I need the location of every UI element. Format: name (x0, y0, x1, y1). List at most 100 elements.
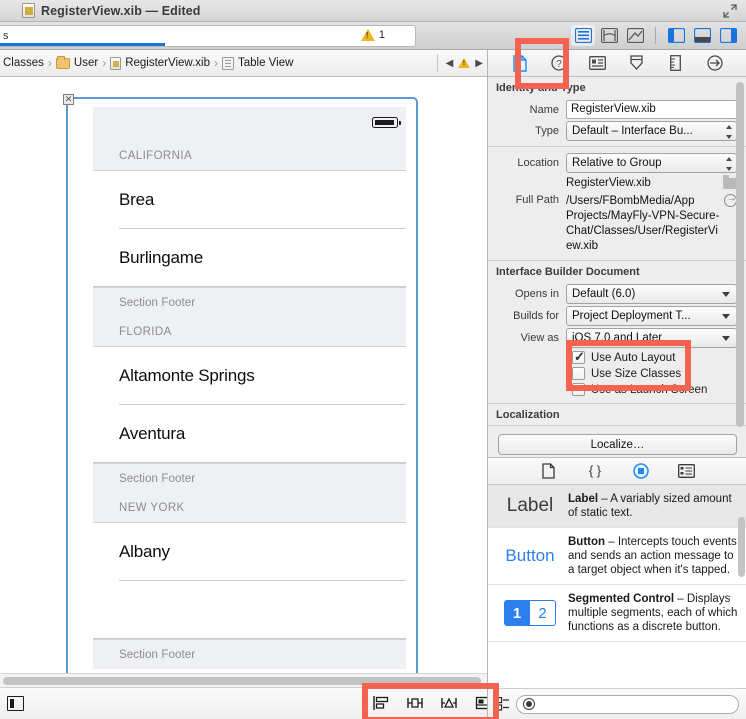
assistant-editor-button[interactable] (597, 25, 621, 46)
resolve-issues-icon[interactable] (438, 693, 460, 713)
table-cell[interactable]: Aventura (93, 405, 406, 463)
inspector-scrollbar[interactable] (736, 82, 744, 450)
use-size-classes-row[interactable]: Use Size Classes (572, 367, 746, 380)
breadcrumb-separator: › (214, 56, 218, 70)
warning-count: 1 (378, 29, 385, 41)
library-item-title: Label (568, 493, 599, 505)
folder-icon[interactable] (723, 175, 737, 189)
localize-button[interactable]: Localize… (498, 434, 737, 455)
close-handle-icon[interactable]: ✕ (63, 94, 74, 105)
show-document-outline-icon[interactable] (7, 696, 24, 711)
back-arrow-icon[interactable]: ◀ (446, 58, 454, 69)
canvas-bottom-bar (0, 687, 491, 719)
location-group: Location Relative to Group RegisterView.… (488, 146, 746, 254)
breadcrumb-item-table-view[interactable]: Table View (219, 56, 296, 70)
utilities-toggle-button[interactable] (716, 25, 740, 46)
library-filter-field[interactable] (516, 694, 739, 714)
xcode-window: RegisterView.xib — Edited s 1 (0, 0, 746, 719)
breadcrumb-separator: › (102, 56, 107, 70)
section-footer: Section Footer (93, 463, 406, 493)
code-snippet-library-tab[interactable]: { } (585, 462, 605, 480)
use-auto-layout-checkbox[interactable] (572, 349, 585, 365)
builds-for-popup[interactable]: Project Deployment T... (566, 306, 737, 326)
opens-in-row: Opens in Default (6.0) (488, 284, 746, 304)
window-titlebar: RegisterView.xib — Edited (0, 0, 746, 22)
breadcrumb-item-user[interactable]: User (53, 55, 101, 69)
fullscreen-icon[interactable] (723, 4, 737, 18)
warning-triangle-icon (360, 29, 375, 41)
opens-in-value: Default (6.0) (572, 288, 636, 300)
quick-help-inspector-tab[interactable]: ? (548, 53, 570, 73)
file-inspector-tab[interactable] (509, 53, 531, 73)
list-item[interactable]: Label Label – A variably sized amount of… (488, 485, 746, 528)
view-as-value: iOS 7.0 and Later (572, 332, 663, 344)
table-view[interactable]: CALIFORNIA Brea Burlingame Section Foote… (93, 107, 406, 673)
use-as-launch-screen-row[interactable]: Use as Launch Screen (572, 383, 746, 396)
section-header: FLORIDA (93, 317, 406, 347)
navigator-toggle-button[interactable] (664, 25, 688, 46)
table-cell[interactable]: Brea (93, 171, 406, 229)
use-size-classes-checkbox[interactable] (572, 367, 585, 380)
library-item-preview: Label (492, 492, 568, 520)
list-item[interactable]: 1 2 Segmented Control – Displays multipl… (488, 585, 746, 642)
object-library-tab[interactable] (631, 462, 651, 480)
library-grid-icon[interactable] (496, 697, 510, 711)
attributes-inspector-tab[interactable] (626, 53, 648, 73)
stepper-arrows-icon (725, 125, 732, 139)
window-title: RegisterView.xib — Edited (41, 3, 201, 18)
library-item-preview: 1 2 (492, 592, 568, 634)
table-cell[interactable]: Altamonte Springs (93, 347, 406, 405)
segmented-control-preview: 1 2 (504, 600, 556, 626)
toolbar-right-group (571, 25, 740, 46)
label-preview: Label (506, 495, 554, 516)
scrollbar-thumb[interactable] (736, 82, 744, 427)
activity-warning-indicator[interactable]: 1 (360, 29, 385, 41)
name-row: Name RegisterView.xib (488, 100, 746, 119)
breadcrumb-item-classes[interactable]: Classes (0, 57, 47, 69)
section-header: NEW YORK (93, 493, 406, 523)
opens-in-popup[interactable]: Default (6.0) (566, 284, 737, 304)
type-value: Default – Interface Bu... (572, 125, 693, 137)
name-field[interactable]: RegisterView.xib (566, 100, 737, 119)
table-cell[interactable]: Albany (93, 523, 406, 581)
table-cell[interactable]: Burlingame (93, 229, 406, 287)
library-item-preview: Button (492, 535, 568, 577)
location-value: Relative to Group (572, 157, 662, 169)
version-editor-button[interactable] (623, 25, 647, 46)
svg-text:?: ? (556, 59, 562, 70)
builds-for-value: Project Deployment T... (572, 310, 691, 322)
forward-arrow-icon[interactable]: ▶ (475, 58, 483, 69)
size-inspector-tab[interactable] (665, 53, 687, 73)
media-library-tab[interactable] (677, 462, 697, 480)
align-icon[interactable] (370, 693, 392, 713)
library-item-list[interactable]: Label Label – A variably sized amount of… (488, 485, 746, 688)
identity-inspector-tab[interactable] (587, 53, 609, 73)
list-item[interactable]: Button Button – Intercepts touch events … (488, 528, 746, 585)
view-as-popup[interactable]: iOS 7.0 and Later (566, 328, 737, 348)
full-path-label: Full Path (515, 194, 559, 206)
view-controller-frame[interactable]: ✕ CALIFORNIA Brea Burlingame Section Foo… (63, 94, 418, 673)
warning-triangle-icon[interactable] (458, 58, 471, 68)
library-scrollbar-thumb[interactable] (738, 517, 745, 577)
location-filename-row: RegisterView.xib (488, 175, 746, 191)
interface-builder-document-title: Interface Builder Document (488, 261, 746, 282)
pin-icon[interactable] (404, 693, 426, 713)
canvas-horizontal-scrollbar[interactable] (0, 673, 487, 687)
localize-button-group: Localize… (488, 425, 746, 455)
debug-area-toggle-button[interactable] (690, 25, 714, 46)
table-cell[interactable] (93, 581, 406, 639)
file-template-library-tab[interactable] (539, 462, 559, 480)
location-popup[interactable]: Relative to Group (566, 153, 737, 173)
table-cell-label: Burlingame (119, 248, 203, 267)
standard-editor-button[interactable] (571, 25, 595, 46)
scrollbar-thumb[interactable] (3, 677, 481, 685)
connections-inspector-tab[interactable] (704, 53, 726, 73)
type-popup[interactable]: Default – Interface Bu... (566, 121, 737, 141)
use-auto-layout-row[interactable]: Use Auto Layout (572, 349, 746, 365)
breadcrumb-item-registerview-xib[interactable]: RegisterView.xib (107, 56, 213, 70)
breadcrumb: Classes › User › RegisterView.xib › Tabl… (0, 50, 487, 77)
use-as-launch-screen-checkbox[interactable] (572, 383, 585, 396)
interface-builder-canvas[interactable]: ✕ CALIFORNIA Brea Burlingame Section Foo… (0, 77, 487, 673)
segment-one: 1 (504, 600, 530, 626)
activity-progress-bar (0, 43, 165, 46)
